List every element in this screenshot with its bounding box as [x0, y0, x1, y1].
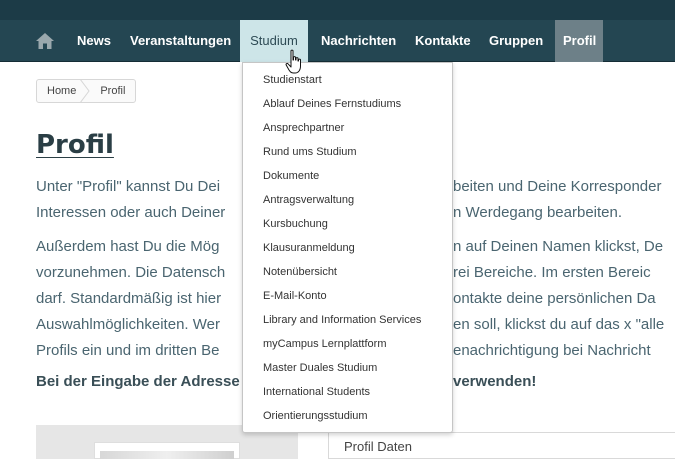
menu-item-ablauf[interactable]: Ablauf Deines Fernstudiums [263, 98, 401, 110]
profile-data-heading: Profil Daten [344, 439, 412, 454]
menu-item-orientierungsstudium[interactable]: Orientierungsstudium [263, 410, 368, 422]
menu-item-rund-ums-studium[interactable]: Rund ums Studium [263, 146, 357, 158]
menu-item-klausuranmeldung[interactable]: Klausuranmeldung [263, 242, 355, 254]
body-text-line: Auswahlmöglichkeiten. Wer [36, 316, 220, 333]
body-text-line: enachrichtigung bei Nachricht [453, 342, 651, 359]
menu-item-email-konto[interactable]: E-Mail-Konto [263, 290, 327, 302]
body-text-line: darf. Standardmäßig ist hier [36, 290, 222, 307]
body-text-line: n auf Deinen Namen klickst, De [453, 238, 664, 255]
body-text-line: rei Bereiche. Im ersten Bereic [453, 264, 651, 281]
profile-photo[interactable] [100, 451, 234, 459]
nav-item-profil[interactable]: Profil [555, 20, 603, 62]
intro-text-line: n Werdegang bearbeiten. [453, 204, 623, 221]
menu-item-studienstart[interactable]: Studienstart [263, 74, 322, 86]
home-button[interactable] [28, 20, 62, 62]
menu-item-international[interactable]: International Students [263, 386, 370, 398]
body-text-line: vorzunehmen. Die Datensch [36, 264, 226, 281]
notice-text: verwenden! [453, 373, 537, 390]
top-strip [0, 0, 675, 20]
main-navigation: News Veranstaltungen Studium Nachrichten… [0, 20, 675, 62]
body-text-line: ontakte deine persönlichen Da [453, 290, 656, 307]
hand-pointer-icon [285, 49, 301, 74]
notice-text: Bei der Eingabe der Adresse [36, 373, 240, 390]
intro-text-line: Interessen oder auch Deiner [36, 204, 226, 221]
menu-item-dokumente[interactable]: Dokumente [263, 170, 319, 182]
nav-item-veranstaltungen[interactable]: Veranstaltungen [122, 20, 239, 62]
menu-item-library[interactable]: Library and Information Services [263, 314, 421, 326]
body-text-line: en soll, klickst du auf das x "alle [453, 316, 665, 333]
intro-text-line: Unter "Profil" kannst Du Dei [36, 178, 221, 195]
nav-item-nachrichten[interactable]: Nachrichten [313, 20, 404, 62]
breadcrumb-current: Profil [100, 85, 126, 97]
menu-item-kursbuchung[interactable]: Kursbuchung [263, 218, 328, 230]
breadcrumb-home[interactable]: Home [37, 80, 92, 102]
breadcrumb: Home Profil [36, 79, 137, 103]
nav-item-news[interactable]: News [69, 20, 119, 62]
page-title: Profil [36, 130, 114, 160]
menu-item-master-duales[interactable]: Master Duales Studium [263, 362, 377, 374]
menu-item-antragsverwaltung[interactable]: Antragsverwaltung [263, 194, 354, 206]
home-icon [36, 33, 54, 49]
studium-dropdown-menu: Studienstart Ablauf Deines Fernstudiums … [242, 62, 453, 433]
nav-item-gruppen[interactable]: Gruppen [481, 20, 551, 62]
body-text-line: Außerdem hast Du die Mög [36, 238, 220, 255]
menu-item-notenuebersicht[interactable]: Notenübersicht [263, 266, 337, 278]
menu-item-mycampus[interactable]: myCampus Lernplattform [263, 338, 387, 350]
body-text-line: Profils ein und im dritten Be [36, 342, 220, 359]
menu-item-ansprechpartner[interactable]: Ansprechpartner [263, 122, 344, 134]
nav-item-kontakte[interactable]: Kontakte [407, 20, 479, 62]
intro-text-line: beiten und Deine Korresponder [453, 178, 662, 195]
